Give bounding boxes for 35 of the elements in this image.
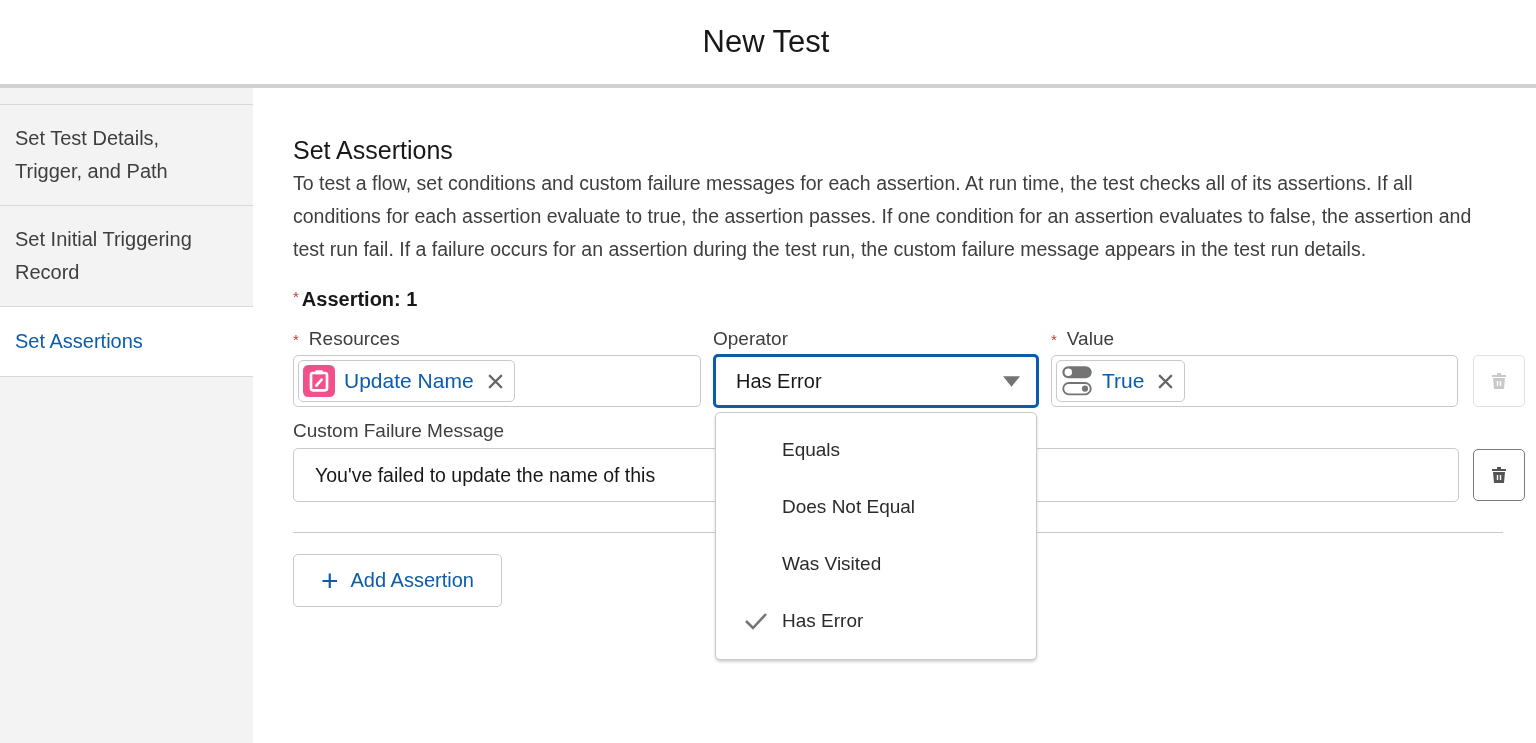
delete-button[interactable] [1473, 449, 1525, 501]
resource-pill[interactable]: Update Name [298, 360, 515, 402]
add-assertion-button[interactable]: + Add Assertion [293, 554, 502, 607]
dropdown-option[interactable]: Has Error [716, 592, 1036, 649]
assertion-title: Assertion: 1 [301, 288, 418, 311]
section-title: Set Assertions [293, 135, 454, 165]
window-title: New Test [702, 24, 831, 60]
clipboard-icon [303, 365, 335, 397]
required-mark: * [293, 331, 299, 348]
required-mark: * [1051, 331, 1057, 348]
field-label: Custom Failure Message [293, 420, 505, 442]
resources-field[interactable]: Update Name [293, 355, 701, 407]
operator-combobox[interactable]: Has Error [713, 354, 1039, 408]
required-mark: * [293, 288, 299, 307]
trash-icon [1491, 372, 1507, 390]
value-field[interactable]: True [1051, 355, 1458, 407]
section-description: To test a flow, set conditions and custom failure messages for each assertion. At run time, the test checks all of its assertions. If all conditions for each assertion evaluate to true, the assertion passes. If one condition for an assertion evaluates to false, the assertion and test run fail. If a failure occurs for an assertion during the test run, the custom failure message appears in the test run details. [293, 171, 1473, 262]
remove-icon[interactable] [1157, 372, 1175, 390]
field-label: Resources [308, 328, 400, 350]
field-label: Operator [713, 328, 788, 350]
remove-icon[interactable] [486, 372, 504, 390]
option-label: Has Error [782, 609, 864, 632]
dropdown-option[interactable]: Was Visited [716, 535, 1036, 592]
option-label: Does Not Equal [782, 495, 916, 518]
field-label: Value [1066, 328, 1115, 350]
toggle-icon [1061, 365, 1093, 397]
caret-icon [1003, 375, 1020, 387]
dropdown-option[interactable]: Does Not Equal [716, 478, 1036, 535]
sidebar-item[interactable]: Set Test Details, Trigger, and Path [0, 104, 253, 205]
dropdown-option[interactable]: Equals [716, 421, 1036, 478]
value-pill[interactable]: True [1056, 360, 1186, 402]
option-label: Was Visited [782, 552, 882, 575]
trash-icon [1491, 466, 1507, 484]
sidebar-item[interactable]: Set Assertions [0, 306, 253, 377]
option-label: Equals [782, 438, 841, 461]
